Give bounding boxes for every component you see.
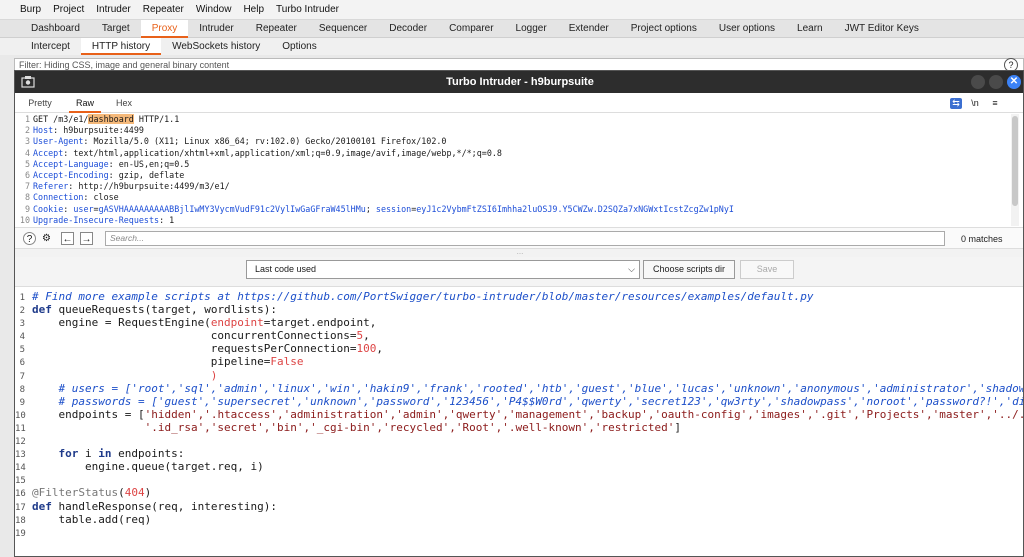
request-line: 2 Host: h9burpsuite:4499 — [24, 125, 144, 136]
previous-match-icon[interactable]: ← — [61, 232, 74, 245]
request-line: 5 Accept-Language: en-US,en;q=0.5 — [24, 158, 190, 169]
menu-item-intruder[interactable]: Intruder — [96, 4, 130, 15]
code-line: 8 # users = ['root','sql','admin','linux… — [19, 381, 1024, 395]
request-line: 6 Accept-Encoding: gzip, deflate — [24, 170, 185, 181]
menu-item-project[interactable]: Project — [53, 4, 84, 15]
window-title: Turbo Intruder - h9burpsuite — [446, 76, 594, 88]
request-line: 4 Accept: text/html,application/xhtml+xml… — [24, 147, 502, 158]
script-dropdown-value: Last code used — [255, 264, 317, 274]
menu-item-help[interactable]: Help — [243, 4, 264, 15]
tab-user-options[interactable]: User options — [708, 20, 786, 38]
code-line: 6 pipeline=False — [19, 355, 304, 369]
script-editor[interactable]: 1 # Find more example scripts at https://… — [15, 288, 1024, 556]
code-line: 13 for i in endpoints: — [15, 447, 185, 461]
help-icon[interactable]: ? — [23, 232, 36, 245]
tab-project-options[interactable]: Project options — [620, 20, 708, 38]
tab-intruder[interactable]: Intruder — [188, 20, 244, 38]
menu-icon[interactable]: ≡ — [989, 98, 1001, 109]
next-match-icon[interactable]: → — [80, 232, 93, 245]
save-button[interactable]: Save — [740, 260, 794, 279]
code-line: 18 table.add(req) — [15, 512, 152, 526]
burp-menubar: Burp Project Intruder Repeater Window Help Tur… — [0, 0, 1024, 20]
tab-raw[interactable]: Raw — [69, 93, 101, 113]
close-button[interactable]: ✕ — [1007, 75, 1021, 89]
code-line: 5 requestsPerConnection=100, — [19, 342, 384, 356]
code-line: 3 engine = RequestEngine(endpoint=target… — [19, 316, 377, 330]
pane-splitter[interactable]: ... — [15, 248, 1023, 257]
code-line: 7 ) — [19, 368, 218, 382]
tab-sequencer[interactable]: Sequencer — [308, 20, 378, 38]
tab-jwt-editor-keys[interactable]: JWT Editor Keys — [834, 20, 930, 38]
wrap-lines-icon[interactable]: ⇆ — [950, 98, 962, 109]
code-line: 10 endpoints = ['hidden','.htaccess','ad… — [15, 407, 1024, 421]
request-line: 7 Referer: http://h9burpsuite:4499/m3/e1/ — [24, 181, 230, 192]
code-line: 17 def handleResponse(req, interesting): — [15, 499, 278, 513]
subtab-websockets-history[interactable]: WebSockets history — [161, 38, 271, 55]
menu-item-burp[interactable]: Burp — [20, 4, 41, 15]
search-input[interactable]: Search... — [105, 231, 945, 246]
tab-repeater[interactable]: Repeater — [245, 20, 308, 38]
code-line: 2 def queueRequests(target, wordlists): — [19, 303, 278, 317]
minimize-button[interactable] — [971, 75, 985, 89]
window-titlebar[interactable]: Turbo Intruder - h9burpsuite ✕ — [15, 71, 1023, 93]
request-line: 9 Cookie: user=gASVHAAAAAAAAABBjlIwMY3Vyc… — [24, 203, 734, 214]
code-line: 9 # passwords = ['guest','supersecret','… — [19, 394, 1024, 408]
code-line: 11 '.id_rsa','secret','bin','_cgi-bin','… — [15, 420, 682, 434]
tab-pretty[interactable]: Pretty — [23, 93, 57, 113]
menu-item-repeater[interactable]: Repeater — [143, 4, 184, 15]
menu-item-turbo-intruder[interactable]: Turbo Intruder — [276, 4, 339, 15]
request-view-tabs: Pretty Raw Hex ⇆ \n ≡ — [15, 93, 1023, 113]
menu-item-window[interactable]: Window — [196, 4, 232, 15]
burp-sub-tabs: Intercept HTTP history WebSockets history O… — [0, 38, 1024, 55]
tab-target[interactable]: Target — [91, 20, 141, 38]
tab-comparer[interactable]: Comparer — [438, 20, 504, 38]
request-line: 10 Upgrade-Insecure-Requests: 1 — [19, 214, 175, 225]
subtab-intercept[interactable]: Intercept — [20, 38, 81, 55]
request-editor[interactable]: 1 GET /m3/e1/dashboard HTTP/1.1 2 Host: h9b… — [15, 114, 1011, 226]
tab-proxy[interactable]: Proxy — [140, 19, 189, 38]
request-line: 1 GET /m3/e1/dashboard HTTP/1.1 — [24, 114, 180, 124]
request-line: 3 User-Agent: Mozilla/5.0 (X11; Linux x86… — [24, 136, 447, 147]
tab-dashboard[interactable]: Dashboard — [20, 20, 91, 38]
code-line: 16 @FilterStatus(404) — [15, 486, 152, 500]
code-line: 15 — [15, 476, 26, 487]
newline-icon[interactable]: \n — [969, 98, 981, 109]
request-line: 8 Connection: close — [24, 192, 119, 203]
burp-main-tabs: Dashboard Target Proxy Intruder Repeater Sequ… — [0, 19, 1024, 38]
tab-extender[interactable]: Extender — [558, 20, 620, 38]
tab-logger[interactable]: Logger — [505, 20, 558, 38]
request-scrollbar[interactable] — [1011, 114, 1019, 226]
match-count: 0 matches — [961, 234, 1003, 244]
script-controls: Last code used ⌵ Choose scripts dir Save — [15, 257, 1023, 287]
tab-decoder[interactable]: Decoder — [378, 20, 438, 38]
search-bar: ? ⚙ ← → Search... 0 matches — [15, 227, 1023, 249]
script-dropdown[interactable]: Last code used ⌵ — [246, 260, 640, 279]
code-line: 19 — [15, 528, 26, 539]
chevron-down-icon: ⌵ — [628, 264, 635, 274]
turbo-intruder-window: Turbo Intruder - h9burpsuite ✕ Pretty Ra… — [14, 70, 1024, 557]
tab-learn[interactable]: Learn — [786, 20, 834, 38]
code-line: 12 — [15, 437, 26, 448]
code-line: 14 engine.queue(target.req, i) — [15, 460, 264, 474]
code-line: 1 # Find more example scripts at https://… — [19, 290, 814, 303]
settings-icon[interactable]: ⚙ — [40, 232, 53, 245]
maximize-button[interactable] — [989, 75, 1003, 89]
tab-hex[interactable]: Hex — [109, 93, 139, 113]
subtab-options[interactable]: Options — [271, 38, 327, 55]
code-line: 4 concurrentConnections=5, — [19, 329, 370, 343]
choose-scripts-dir-button[interactable]: Choose scripts dir — [643, 260, 735, 279]
subtab-http-history[interactable]: HTTP history — [80, 38, 162, 55]
